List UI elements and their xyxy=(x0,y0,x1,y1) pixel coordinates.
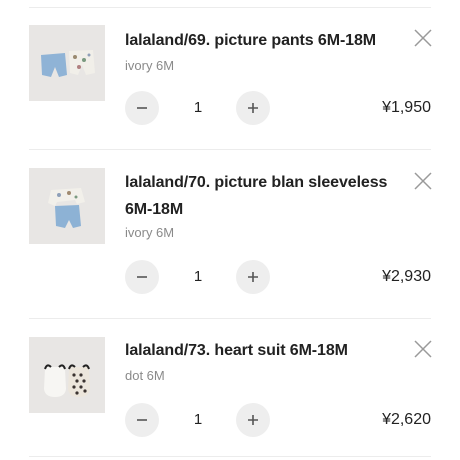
product-name[interactable]: lalaland/70. picture blan sleeveless 6M-… xyxy=(125,169,395,223)
product-option: dot 6M xyxy=(125,368,165,383)
decrease-quantity-button[interactable] xyxy=(125,260,159,294)
item-price: ¥2,620 xyxy=(382,411,431,428)
increase-quantity-button[interactable] xyxy=(236,91,270,125)
product-image xyxy=(29,25,105,101)
product-thumbnail[interactable] xyxy=(29,168,105,244)
product-thumbnail[interactable] xyxy=(29,25,105,101)
remove-item-button[interactable] xyxy=(413,339,433,359)
remove-item-button[interactable] xyxy=(413,28,433,48)
close-icon xyxy=(414,29,432,47)
plus-icon xyxy=(248,415,258,425)
item-price: ¥1,950 xyxy=(382,99,431,116)
product-image xyxy=(29,168,105,244)
quantity-value: 1 xyxy=(193,411,203,428)
increase-quantity-button[interactable] xyxy=(236,260,270,294)
product-option: ivory 6M xyxy=(125,58,175,73)
minus-icon xyxy=(137,276,147,278)
remove-item-button[interactable] xyxy=(413,171,433,191)
minus-icon xyxy=(137,419,147,421)
decrease-quantity-button[interactable] xyxy=(125,403,159,437)
divider xyxy=(29,149,431,150)
product-name[interactable]: lalaland/73. heart suit 6M-18M xyxy=(125,337,395,364)
product-option: ivory 6M xyxy=(125,225,175,240)
minus-icon xyxy=(137,107,147,109)
divider xyxy=(29,456,431,457)
product-image xyxy=(29,337,105,413)
plus-icon xyxy=(248,272,258,282)
quantity-value: 1 xyxy=(193,268,203,285)
product-name[interactable]: lalaland/69. picture pants 6M-18M xyxy=(125,27,395,54)
divider xyxy=(29,318,431,319)
product-thumbnail[interactable] xyxy=(29,337,105,413)
item-price: ¥2,930 xyxy=(382,268,431,285)
cart-page: lalaland/69. picture pants 6M-18M ivory … xyxy=(0,0,460,460)
quantity-value: 1 xyxy=(193,99,203,116)
divider xyxy=(29,7,431,8)
close-icon xyxy=(414,340,432,358)
plus-icon xyxy=(248,103,258,113)
close-icon xyxy=(414,172,432,190)
decrease-quantity-button[interactable] xyxy=(125,91,159,125)
increase-quantity-button[interactable] xyxy=(236,403,270,437)
